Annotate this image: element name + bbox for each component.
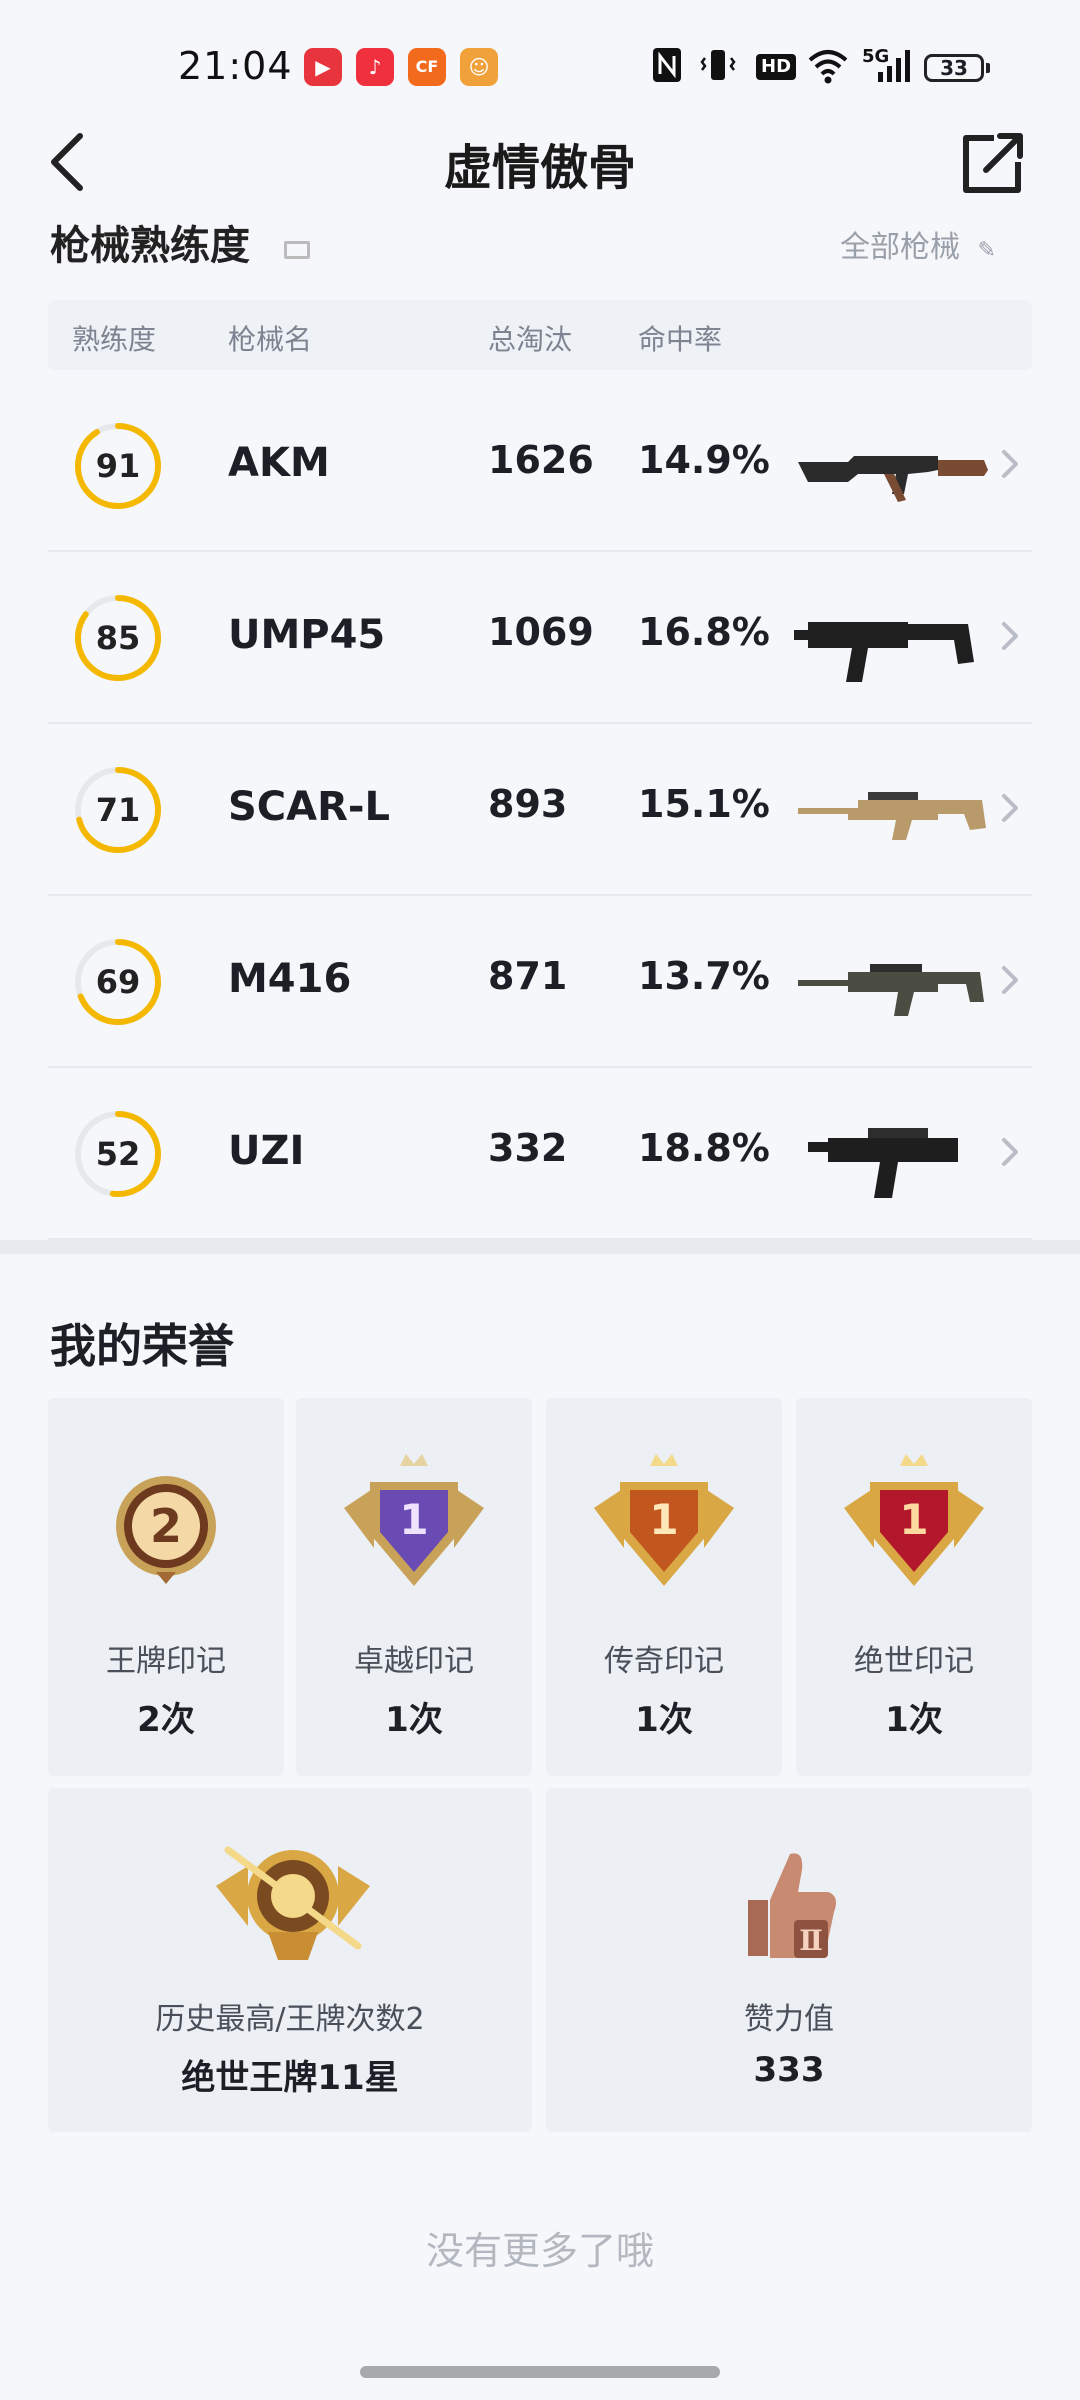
total-kills: 332 (488, 1126, 568, 1170)
weapon-row[interactable]: 91 AKM 1626 14.9% (48, 380, 1032, 552)
badge-number: 1 (399, 1495, 428, 1544)
hit-rate: 18.8% (638, 1126, 770, 1170)
akm-rifle-icon (798, 456, 988, 502)
uzi-smg-icon (808, 1128, 958, 1198)
gun-name: UMP45 (228, 612, 386, 658)
hit-rate: 15.1% (638, 782, 770, 826)
section-tag-icon (283, 241, 310, 259)
hit-rate: 14.9% (638, 438, 770, 482)
game-app-icon: CF (408, 48, 446, 86)
edit-pencil-icon: ✎ (977, 238, 996, 263)
proficiency-value: 85 (95, 619, 141, 657)
header-kills: 总淘汰 (488, 323, 573, 356)
total-kills: 1626 (488, 438, 594, 482)
honor-label: 绝世印记 (854, 1644, 974, 1679)
weapon-row[interactable]: 85 UMP45 1069 16.8% (48, 552, 1032, 724)
gun-name: SCAR-L (228, 784, 391, 830)
weapon-row[interactable]: 69 M416 871 13.7% (48, 896, 1032, 1068)
badge-number: 1 (899, 1495, 928, 1544)
wifi-icon (808, 50, 848, 84)
honor-label: 王牌印记 (106, 1644, 226, 1679)
chevron-right-icon (1002, 1138, 1018, 1166)
weapon-row[interactable]: 71 SCAR-L 893 15.1% (48, 724, 1032, 896)
honor-count: 1次 (885, 1700, 943, 1740)
section-divider (0, 1240, 1080, 1254)
weapons-section-title: 枪械熟练度 (50, 216, 310, 268)
badge-number: 2 (150, 1499, 182, 1553)
status-time: 21:04 (178, 44, 293, 88)
m416-rifle-icon (798, 964, 984, 1016)
chevron-right-icon (1002, 794, 1018, 822)
header-gun-name: 枪械名 (228, 323, 313, 356)
share-external-icon (963, 133, 1023, 193)
page-title: 虚情傲骨 (443, 140, 636, 196)
vibrate-icon (700, 50, 736, 80)
nfc-icon (653, 48, 681, 82)
peerless-mark-badge-icon: 1 (844, 1454, 984, 1586)
honor-label: 传奇印记 (604, 1644, 724, 1679)
nav-bar: 虚情傲骨 (0, 110, 1080, 210)
rank-emblem-icon (216, 1846, 370, 1960)
honor-card-peerless[interactable]: 1 绝世印记 1次 (796, 1398, 1032, 1776)
chevron-right-icon (1002, 450, 1018, 478)
honor-card-excellence[interactable]: 1 卓越印记 1次 (296, 1398, 532, 1776)
likes-value: 333 (753, 2050, 825, 2090)
weapons-table-header: 熟练度 枪械名 总淘汰 命中率 (48, 300, 1032, 370)
proficiency-value: 71 (95, 791, 141, 829)
scar-l-rifle-icon (798, 792, 986, 840)
all-weapons-link[interactable]: 全部枪械 ✎ (840, 224, 996, 264)
gun-name: AKM (228, 440, 330, 486)
weapon-row[interactable]: 52 UZI 332 18.8% (48, 1068, 1032, 1240)
excellence-mark-badge-icon: 1 (344, 1454, 484, 1586)
header-hit-rate: 命中率 (638, 323, 723, 356)
thumbs-up-trophy-icon: Ⅱ (748, 1853, 836, 1958)
highest-rank-value: 绝世王牌11星 (181, 2058, 399, 2098)
hit-rate: 13.7% (638, 954, 770, 998)
legend-mark-badge-icon: 1 (594, 1454, 734, 1586)
header-proficiency: 熟练度 (72, 323, 157, 356)
share-button[interactable] (960, 124, 1026, 200)
hd-badge: HD (756, 54, 797, 80)
proficiency-value: 52 (95, 1135, 141, 1173)
total-kills: 871 (488, 954, 568, 998)
honor-label: 卓越印记 (354, 1644, 474, 1679)
chevron-right-icon (1002, 966, 1018, 994)
video-app-icon: ▶ (304, 48, 342, 86)
honor-count: 2次 (137, 1700, 195, 1740)
total-kills: 893 (488, 782, 568, 826)
gun-name: UZI (228, 1128, 305, 1174)
badge-number: 1 (649, 1495, 678, 1544)
signal-icon (878, 50, 910, 82)
home-indicator[interactable] (360, 2366, 720, 2378)
music-app-icon: ♪ (356, 48, 394, 86)
likes-label: 赞力值 (744, 2002, 834, 2037)
hit-rate: 16.8% (638, 610, 770, 654)
ace-mark-badge-icon: 2 (116, 1476, 216, 1584)
proficiency-value: 69 (95, 963, 141, 1001)
honor-card-ace[interactable]: 2 王牌印记 2次 (48, 1398, 284, 1776)
battery-indicator: 33 (924, 54, 990, 82)
no-more-text: 没有更多了哦 (425, 2229, 654, 2273)
ump45-smg-icon (794, 622, 974, 682)
proficiency-value: 91 (95, 447, 141, 485)
avatar-app-icon: ☺ (460, 48, 498, 86)
likes-card[interactable]: Ⅱ 赞力值 333 (546, 1788, 1032, 2132)
total-kills: 1069 (488, 610, 594, 654)
honor-count: 1次 (635, 1700, 693, 1740)
honors-title: 我的荣誉 (50, 1319, 234, 1373)
honor-count: 1次 (385, 1700, 443, 1740)
highest-rank-label: 历史最高/王牌次数2 (155, 2002, 425, 2037)
honor-card-legend[interactable]: 1 传奇印记 1次 (546, 1398, 782, 1776)
chevron-right-icon (1002, 622, 1018, 650)
gun-name: M416 (228, 956, 352, 1002)
highest-rank-card[interactable]: 历史最高/王牌次数2 绝世王牌11星 (48, 1788, 532, 2132)
svg-text:Ⅱ: Ⅱ (799, 1924, 823, 1957)
